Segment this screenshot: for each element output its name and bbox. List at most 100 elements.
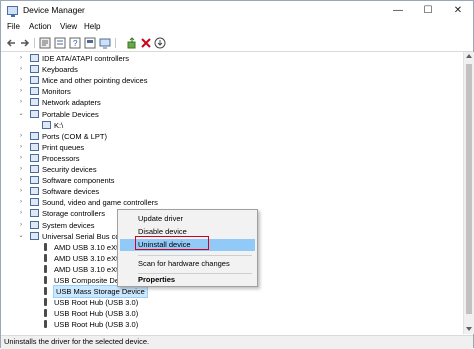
tree-row[interactable]: USB Root Hub (USB 3.0) [1,319,461,330]
monitor-icon[interactable] [99,37,111,49]
expander-icon[interactable]: › [17,208,25,219]
tree-row[interactable]: › Monitors [1,86,461,97]
menu-separator [138,255,252,256]
tree-row[interactable]: › Mice and other pointing devices [1,75,461,86]
tree-row[interactable]: USB Root Hub (USB 3.0) [1,308,461,319]
ide-controller-icon [30,54,39,62]
status-bar: Uninstalls the driver for the selected d… [1,335,473,349]
close-button[interactable]: ✕ [443,1,473,21]
tree-item-label: System devices [42,220,95,230]
software-component-icon [30,176,39,185]
tree-row[interactable]: › Keyboards [1,64,461,75]
expander-icon[interactable]: › [17,131,25,142]
scroll-down-icon[interactable] [466,327,472,331]
tree-item-label: USB Root Hub (USB 3.0) [54,298,139,308]
expander-icon [29,275,37,286]
tree-item-label: Sound, video and game controllers [42,198,158,208]
monitor-icon [30,87,39,96]
tree-item-label: Universal Serial Bus con [42,231,124,241]
update-driver-icon[interactable] [126,37,138,49]
usb-icon [42,253,49,262]
tree-item-label: K:\ [54,120,64,130]
tree-item-label: AMD USB 3.10 eXter [54,253,125,263]
scroll-up-icon[interactable] [466,54,472,58]
tree-row[interactable]: K:\ [1,120,461,131]
view-icon[interactable] [54,37,66,49]
tree-item-label: Keyboards [42,65,78,75]
expander-icon[interactable]: › [17,75,25,86]
expander-icon[interactable]: › [17,53,25,64]
expander-icon[interactable]: › [17,142,25,153]
tree-row[interactable]: › Security devices [1,164,461,175]
tree-row[interactable]: USB Mass Storage Device [1,285,461,299]
tree-item-label: AMD USB 3.10 eXter [54,264,125,274]
expander-icon [29,242,37,253]
forward-arrow-icon[interactable] [19,37,31,49]
uninstall-icon[interactable] [140,37,152,49]
portable-device-icon [30,109,39,118]
mouse-icon [30,76,39,85]
usb-icon [42,320,49,329]
tree-item-label: Processors [42,153,80,163]
menu-action[interactable]: Action [29,22,51,31]
storage-controller-icon [30,209,39,218]
sound-icon [30,198,39,207]
toolbar-separator [115,38,116,48]
tree-row[interactable]: › Ports (COM & LPT) [1,131,461,142]
properties-menu-item[interactable]: Properties [120,274,255,286]
menu-bar: File Action View Help [1,21,473,35]
expander-icon[interactable]: › [17,164,25,175]
menu-file[interactable]: File [7,22,20,31]
vertical-scrollbar[interactable] [463,52,474,334]
tree-item-label: Network adapters [42,98,101,108]
highlight-outline [135,236,209,250]
tree-row[interactable]: › Software components [1,175,461,186]
expander-icon[interactable]: › [17,197,25,208]
expander-icon [29,297,37,308]
expander-icon[interactable]: › [17,86,25,97]
expander-icon[interactable]: › [17,97,25,108]
tree-item-label: Security devices [42,165,97,174]
tree-row[interactable]: USB Root Hub (USB 3.0) [1,297,461,308]
minimize-button[interactable]: — [383,1,413,21]
expander-icon[interactable]: ⌄ [17,109,25,120]
scan-hardware-menu-item[interactable]: Scan for hardware changes [120,258,255,270]
menu-view[interactable]: View [60,22,77,31]
expander-icon [29,286,37,297]
network-adapter-icon [30,98,39,107]
menu-help[interactable]: Help [84,22,100,31]
tree-row[interactable]: › Software devices [1,186,461,197]
title-bar: Device Manager — ☐ ✕ [1,1,473,21]
usb-controller-icon [30,231,39,240]
expander-icon [29,264,37,275]
tree-item-label: USB Root Hub (USB 3.0) [54,309,139,319]
system-device-icon [30,220,39,229]
tree-item-label: IDE ATA/ATAPI controllers [42,54,129,63]
toolbar-view-icon[interactable] [84,37,96,49]
scroll-thumb[interactable] [466,64,472,314]
download-icon[interactable] [154,37,166,49]
tree-row[interactable]: › Network adapters [1,97,461,108]
device-manager-icon [7,6,18,17]
update-driver-menu-item[interactable]: Update driver [120,213,255,225]
tree-row[interactable]: › Sound, video and game controllers [1,197,461,208]
usb-icon [42,309,49,318]
tree-row[interactable]: ⌄ Portable Devices [1,109,461,120]
keyboard-icon [30,65,39,74]
expander-icon[interactable]: › [17,153,25,164]
expander-icon[interactable]: › [17,186,25,197]
back-arrow-icon[interactable] [5,37,17,49]
tree-row[interactable]: › IDE ATA/ATAPI controllers [1,53,461,64]
help-icon[interactable]: ? [69,37,81,49]
expander-icon [29,308,37,319]
properties-icon[interactable] [39,37,51,49]
tree-row[interactable]: › Processors [1,153,461,164]
tree-item-label: USB Root Hub (USB 3.0) [54,320,139,330]
tree-row[interactable]: › Print queues [1,142,461,153]
maximize-button[interactable]: ☐ [413,1,443,21]
expander-icon[interactable]: ⌄ [17,231,25,242]
expander-icon[interactable]: › [17,220,25,231]
expander-icon[interactable]: › [17,175,25,186]
tree-item-label: USB Mass Storage Device [53,285,148,299]
expander-icon[interactable]: › [17,64,25,75]
